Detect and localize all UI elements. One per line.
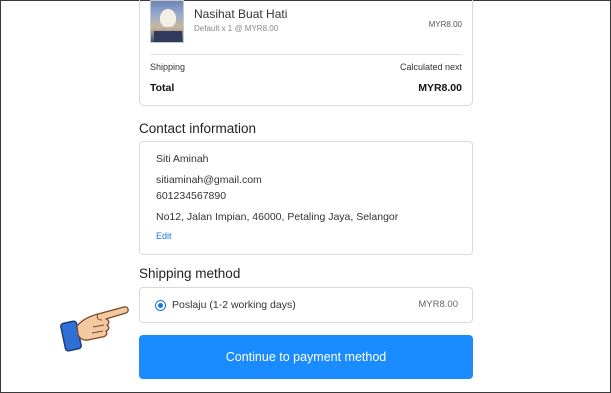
edit-contact-link[interactable]: Edit [156, 231, 172, 241]
shipping-option-label: Poslaju (1-2 working days) [172, 299, 296, 311]
radio-selected-icon[interactable] [155, 300, 166, 311]
product-variant: Default x 1 @ MYR8.00 [194, 24, 279, 33]
total-value: MYR8.00 [418, 82, 462, 94]
shipping-option-price: MYR8.00 [418, 299, 458, 310]
contact-address: No12, Jalan Impian, 46000, Petaling Jaya… [156, 211, 399, 223]
product-price: MYR8.00 [428, 20, 462, 29]
shipping-value: Calculated next [399, 62, 462, 72]
contact-email: sitiaminah@gmail.com [156, 174, 262, 186]
product-thumbnail [150, 0, 184, 43]
contact-information-card: Siti Aminah sitiaminah@gmail.com 6012345… [139, 141, 473, 255]
summary-divider [150, 54, 462, 55]
order-summary-card: Nasihat Buat Hati Default x 1 @ MYR8.00 … [139, 0, 473, 106]
contact-name: Siti Aminah [156, 153, 209, 165]
continue-to-payment-button[interactable]: Continue to payment method [139, 335, 473, 379]
product-name: Nasihat Buat Hati [194, 7, 288, 21]
shipping-option-poslaju[interactable]: Poslaju (1-2 working days) MYR8.00 [139, 287, 473, 323]
shipping-method-heading: Shipping method [139, 266, 241, 281]
shipping-label: Shipping [150, 62, 186, 72]
contact-information-heading: Contact information [139, 121, 257, 136]
hand-pointer-icon [60, 306, 129, 352]
total-label: Total [150, 82, 175, 94]
contact-phone: 601234567890 [156, 190, 227, 202]
